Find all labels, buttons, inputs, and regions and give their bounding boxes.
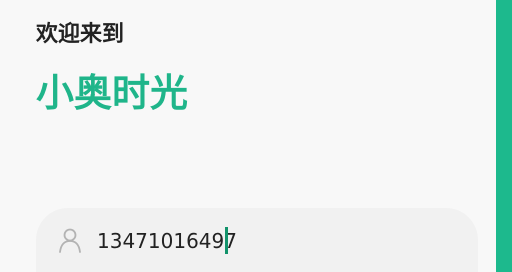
text-caret (225, 227, 228, 254)
right-accent-bar (496, 0, 512, 272)
brand-title: 小奥时光 (36, 71, 189, 115)
login-screen: 欢迎来到 小奥时光 13471016497 (0, 0, 512, 272)
phone-number-field[interactable]: 13471016497 (36, 208, 478, 272)
user-icon (58, 228, 82, 254)
phone-number-value: 13471016497 (97, 229, 237, 253)
welcome-text: 欢迎来到 (36, 22, 125, 47)
